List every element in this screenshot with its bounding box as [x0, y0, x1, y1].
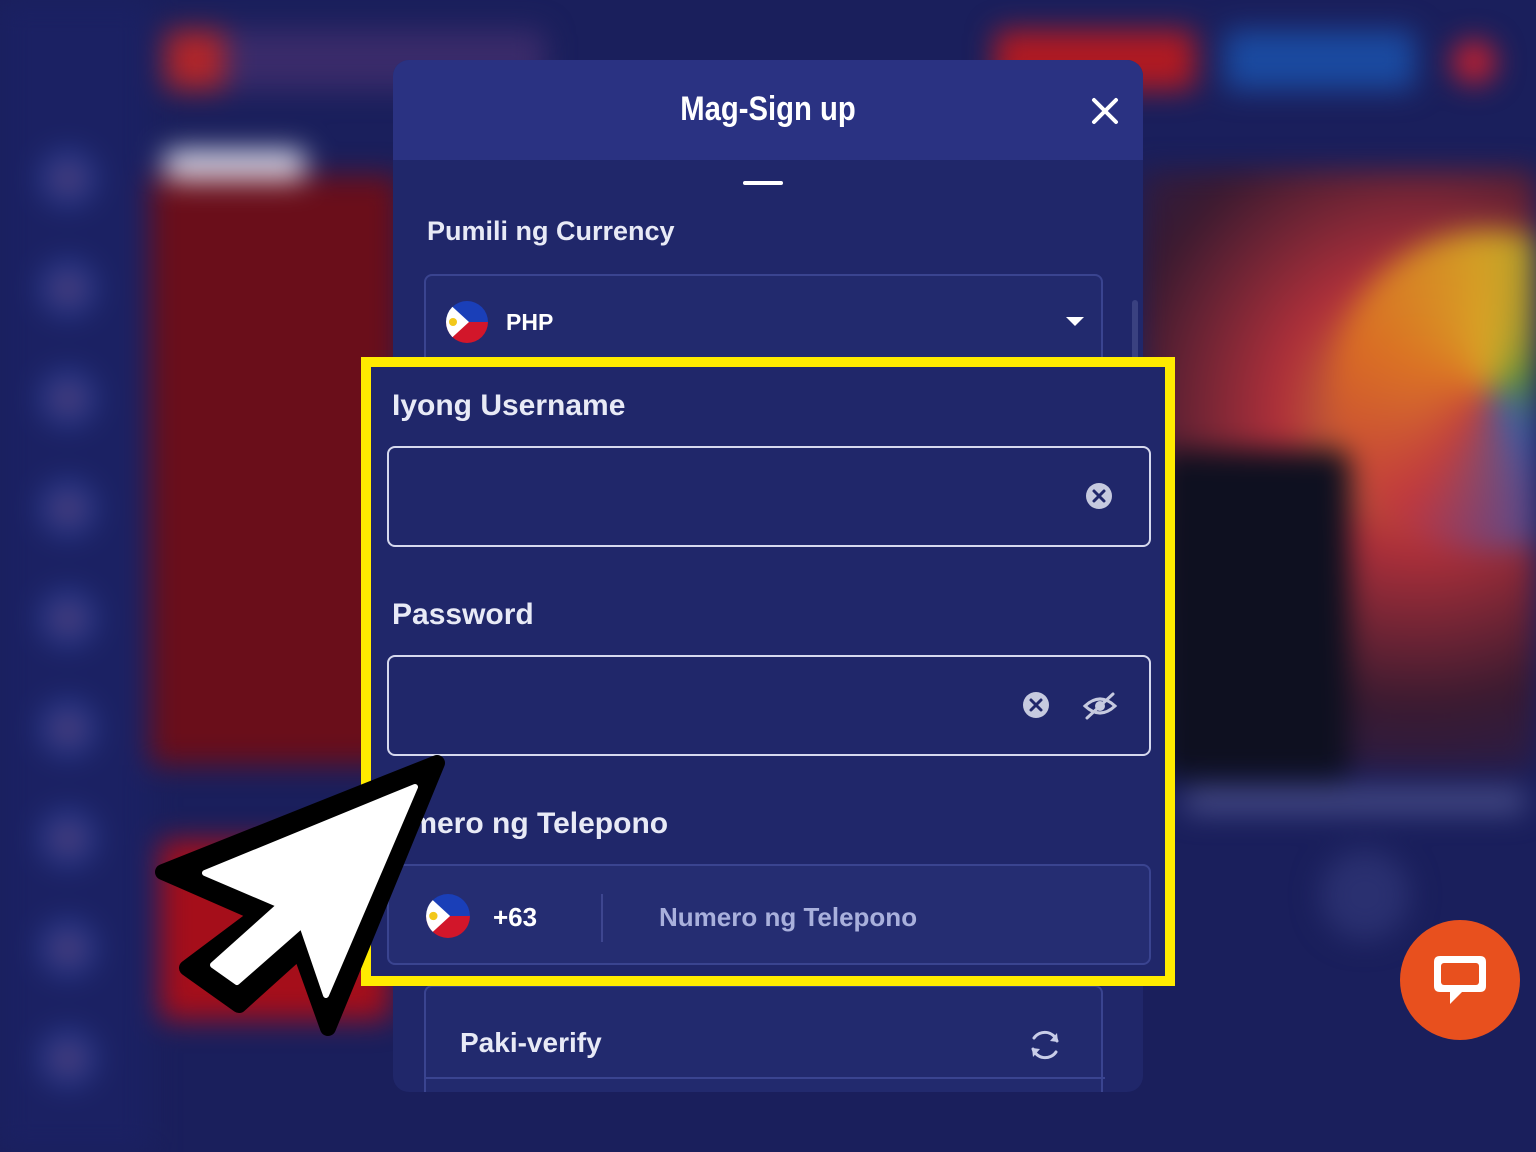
currency-label: Pumili ng Currency	[427, 216, 675, 246]
philippines-flag-icon	[426, 894, 470, 938]
background-banner-title	[165, 150, 305, 180]
username-input[interactable]	[409, 476, 1009, 516]
highlight-box: Iyong Username Password umero ng Telepon…	[361, 357, 1175, 986]
divider	[601, 894, 603, 942]
background-sidebar-icon	[40, 150, 96, 206]
password-label: Password	[392, 598, 534, 631]
currency-value: PHP	[506, 309, 554, 335]
background-sidebar-icon	[40, 260, 96, 316]
chat-icon	[1434, 956, 1486, 1004]
modal-title: Mag-Sign up	[680, 90, 856, 128]
close-icon	[1092, 98, 1118, 124]
country-code-select[interactable]: +63	[493, 902, 537, 933]
modal-header: Mag-Sign up	[393, 60, 1143, 160]
username-label: Iyong Username	[392, 389, 626, 422]
clear-icon[interactable]	[1084, 481, 1114, 511]
background-game-card	[160, 840, 390, 1020]
phone-input[interactable]	[659, 896, 1129, 938]
clear-icon[interactable]	[1021, 690, 1051, 720]
captcha-box: Paki-verify	[424, 985, 1105, 1092]
phone-label: umero ng Telepono	[392, 807, 669, 840]
currency-select[interactable]: PHP	[424, 274, 1103, 370]
password-field[interactable]	[387, 655, 1151, 756]
background-sidebar-icon	[40, 700, 96, 756]
background-sidebar-icon	[40, 590, 96, 646]
background-circle	[1320, 850, 1410, 940]
background-phone-art	[1160, 450, 1350, 780]
password-input[interactable]	[409, 685, 1009, 725]
background-sidebar-icon	[40, 810, 96, 866]
chevron-down-icon	[1066, 317, 1084, 326]
refresh-icon[interactable]	[1027, 1027, 1063, 1063]
philippines-flag-icon	[446, 301, 488, 343]
chat-button[interactable]	[1400, 920, 1520, 1040]
phone-field[interactable]: +63	[387, 864, 1151, 965]
close-button[interactable]	[1087, 93, 1123, 129]
background-flag	[1452, 40, 1496, 84]
verify-label: Paki-verify	[460, 1027, 602, 1058]
drag-handle[interactable]	[743, 181, 783, 185]
background-blue-button	[1225, 30, 1415, 90]
background-sidebar-icon	[40, 1030, 96, 1086]
eye-off-icon[interactable]	[1082, 690, 1118, 722]
divider	[426, 1077, 1105, 1079]
background-sidebar-icon	[40, 480, 96, 536]
username-field[interactable]	[387, 446, 1151, 547]
background-text-bar	[1185, 790, 1525, 812]
background-sidebar-icon	[40, 920, 96, 976]
background-sidebar-icon	[40, 370, 96, 426]
